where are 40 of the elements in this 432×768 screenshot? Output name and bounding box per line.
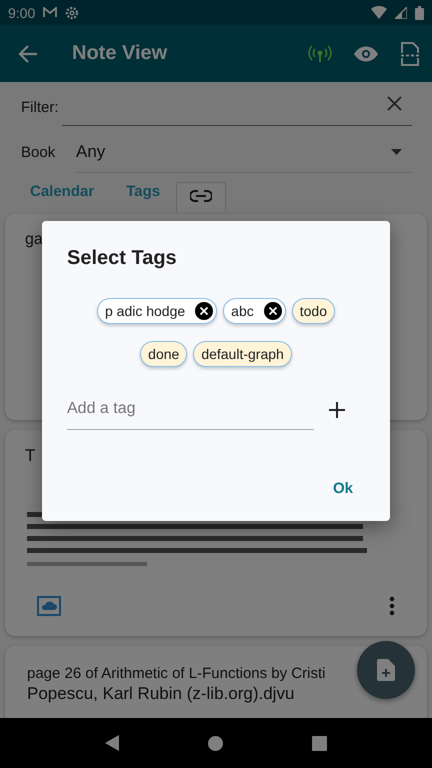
document-icon[interactable] (400, 42, 420, 66)
tag-chip[interactable]: todo (292, 298, 335, 324)
tag-chip[interactable]: done (140, 341, 188, 367)
recents-nav-icon[interactable] (312, 736, 328, 750)
cloud-icon[interactable] (37, 596, 61, 616)
remove-icon[interactable] (195, 302, 214, 320)
note-title: Popescu, Karl Rubin (z-lib.org).djvu (27, 684, 294, 704)
tag-input[interactable]: Add a tag (67, 389, 314, 430)
link-tab[interactable] (176, 182, 226, 212)
dialog-title: Select Tags (67, 247, 178, 270)
eye-icon[interactable] (354, 46, 378, 62)
back-icon[interactable] (18, 44, 38, 62)
file-add-icon (377, 659, 395, 681)
ok-button[interactable]: Ok (328, 476, 357, 501)
home-nav-icon[interactable] (208, 736, 223, 750)
tag-chip[interactable]: abc (223, 298, 286, 324)
note-title: T (25, 446, 36, 466)
broadcast-icon[interactable] (308, 44, 332, 62)
filter-label: Filter: (21, 99, 60, 116)
tag-chip[interactable]: p adic hodge (96, 298, 218, 324)
add-icon[interactable] (329, 402, 345, 418)
mail-icon (43, 7, 58, 18)
settings-icon (65, 6, 80, 20)
book-label: Book (21, 144, 56, 161)
link-icon (190, 190, 212, 202)
more-icon[interactable] (389, 596, 395, 616)
remove-icon[interactable] (264, 302, 282, 320)
back-nav-icon[interactable] (104, 735, 119, 751)
note-title: ga (25, 230, 43, 250)
dropdown-arrow-icon (391, 149, 402, 155)
status-time: 9:00 (8, 4, 36, 20)
battery-icon (415, 6, 424, 20)
app-title: Note View (72, 42, 168, 65)
note-title: page 26 of Arithmetic of L-Functions by Cristi (27, 664, 326, 684)
tag-chip[interactable]: default-graph (193, 341, 292, 367)
clear-icon[interactable] (387, 96, 402, 111)
signal-icon (395, 6, 407, 18)
note-card[interactable]: page 26 of Arithmetic of L-Functions by Cristi Popescu, Karl Rubin (z-lib.org).djvu (5, 646, 427, 718)
book-dropdown[interactable]: Any (76, 132, 412, 173)
wifi-icon (371, 6, 387, 19)
